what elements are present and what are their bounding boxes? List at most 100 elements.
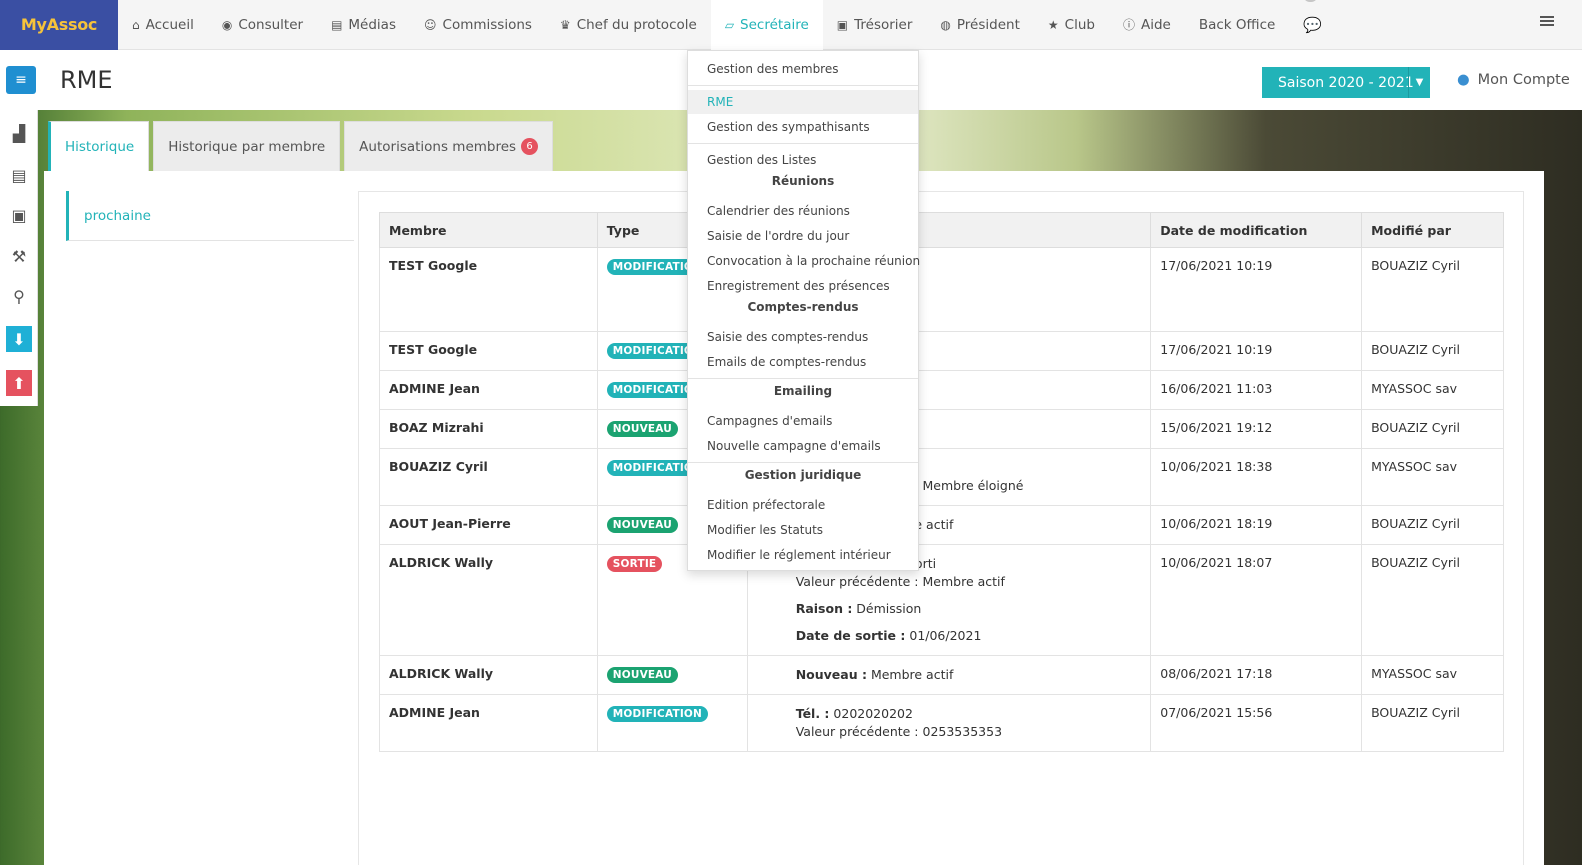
member-name: BOAZ Mizrahi [379, 409, 598, 449]
menu-item-convocation-la-prochaine-r-union[interactable]: Convocation à la prochaine réunion [688, 249, 920, 273]
table-row[interactable]: BOAZ MizrahiNOUVEAUactif15/06/2021 19:12… [379, 409, 1504, 449]
detail-value: 0202020202 [829, 706, 913, 721]
nav-item-commissions[interactable]: ☺ Commissions [410, 0, 546, 50]
brand-logo[interactable]: MyAssoc [0, 0, 118, 50]
nav-item-secr-taire[interactable]: ▱ Secrétaire [710, 0, 823, 50]
menu-item-edition-pr-fectorale[interactable]: Edition préfectorale [688, 493, 918, 517]
tab-autorisations-membres[interactable]: Autorisations membres 6 [344, 121, 554, 171]
table-row[interactable]: TEST GoogleMODIFICATION0999917/06/2021 1… [379, 331, 1504, 371]
download-icon[interactable]: ⬇ [6, 326, 32, 352]
menu-item-gestion-des-membres[interactable]: Gestion des membres [688, 57, 918, 81]
detail-value: Démission [852, 601, 922, 616]
tab-historique-par-membre[interactable]: Historique par membre [153, 121, 341, 171]
secretaire-dropdown-menu: Gestion des membres RME Gestion des sympat… [687, 50, 920, 571]
member-name: BOUAZIZ Cyril [379, 448, 598, 506]
type-badge: NOUVEAU [606, 517, 679, 533]
nav-icon: ☺ [424, 17, 437, 32]
type-badge: NOUVEAU [606, 667, 679, 683]
nav-item-back-office[interactable]: Back Office [1185, 0, 1289, 50]
chart-icon[interactable]: ▟ [6, 120, 32, 146]
modified-by: BOUAZIZ Cyril [1361, 409, 1504, 449]
tab-historique[interactable]: Historique [48, 121, 150, 171]
main-nav: ⌂ Accueil ◉ Consulter ▤ Médias ☺ Commissions ♛ Ch… [118, 0, 1336, 50]
menu-item-gestion-des-sympathisants[interactable]: Gestion des sympathisants [688, 115, 918, 139]
menu-item-emails-de-comptes-rendus[interactable]: Emails de comptes-rendus [688, 350, 918, 374]
menu-item-modifier-le-r-glement-int-rieur[interactable]: Modifier le réglement intérieur [688, 543, 918, 567]
menu-item-gestion-des-listes[interactable]: Gestion des Listes [688, 148, 918, 172]
account-menu[interactable]: ● Mon Compte [1457, 72, 1570, 88]
subnav-item-prochaine[interactable]: prochaine [66, 191, 354, 241]
menu-divider [688, 462, 918, 463]
table-row[interactable]: ALDRICK Wally NOUVEAU Nouveau : Membre act… [379, 655, 1504, 695]
upload-icon[interactable]: ⬆ [6, 370, 32, 396]
menu-section-header: Emailing [773, 384, 833, 398]
member-name: TEST Google [379, 247, 598, 332]
menu-item-enregistrement-des-pr-sences[interactable]: Enregistrement des présences [688, 274, 918, 298]
detail-value: Valeur précédente : 0253535353 [795, 724, 1003, 739]
member-name: ALDRICK Wally [379, 655, 598, 695]
nav-item-chef-du-protocole[interactable]: ♛ Chef du protocole [546, 0, 711, 50]
modification-date: 17/06/2021 10:19 [1150, 247, 1363, 332]
season-label: Saison 2020 - 2021 [1278, 74, 1414, 91]
menu-item-rme[interactable]: RME [688, 90, 918, 114]
modification-date: 16/06/2021 11:03 [1150, 370, 1363, 410]
nav-item-pr-sident[interactable]: ◍ Président [926, 0, 1033, 50]
nav-icon: ▣ [836, 17, 849, 32]
type-badge: SORTIE [606, 556, 663, 572]
top-navbar: MyAssoc ⌂ Accueil ◉ Consulter ▤ Médias ☺ Commis… [0, 0, 1582, 50]
modified-by: BOUAZIZ Cyril [1361, 544, 1504, 656]
nav-label: Secrétaire [740, 16, 809, 33]
nav-label: Commissions [442, 16, 532, 33]
table-row[interactable]: AOUT Jean-PierreNOUVEAUNouveau : Membre … [379, 505, 1504, 545]
table-row[interactable]: ADMINE Jean MODIFICATION Tél. : 0202020202… [379, 694, 1504, 752]
modified-by: BOUAZIZ Cyril [1361, 247, 1504, 332]
column-header[interactable]: Date de modification [1150, 212, 1363, 248]
detail-key: Date de sortie : [795, 628, 906, 643]
nav-icon: ▱ [724, 17, 735, 32]
menu-item-modifier-les-statuts[interactable]: Modifier les Statuts [688, 518, 918, 542]
table-row[interactable]: TEST GoogleMODIFICATION06500099990991006… [379, 247, 1504, 332]
type-cell: MODIFICATION [596, 694, 748, 752]
speech-bubbles-icon: 💬 [1303, 15, 1323, 34]
column-header[interactable]: Membre [379, 212, 598, 248]
modification-date: 10/06/2021 18:19 [1150, 505, 1363, 545]
modified-by: BOUAZIZ Cyril [1361, 505, 1504, 545]
nav-item-aide[interactable]: ⓘ Aide [1109, 0, 1185, 50]
modified-by: BOUAZIZ Cyril [1361, 331, 1504, 371]
history-panel: Membre Type Date de modification Modifié… [358, 191, 1524, 865]
nav-icon: ◍ [940, 17, 951, 32]
nav-item-m-dias[interactable]: ▤ Médias [317, 0, 410, 50]
modified-by: MYASSOC sav [1361, 370, 1504, 410]
nav-label: Accueil [145, 16, 194, 33]
menu-item-calendrier-des-r-unions[interactable]: Calendrier des réunions [688, 199, 918, 223]
modification-date: 07/06/2021 15:56 [1150, 694, 1363, 752]
document-icon[interactable]: ▤ [6, 162, 32, 188]
nav-label: Club [1064, 16, 1095, 33]
detail-value: 01/06/2021 [905, 628, 982, 643]
table-row[interactable]: ADMINE JeanMODIFICATION020202020216/06/2… [379, 370, 1504, 410]
nav-item-tr-sorier[interactable]: ▣ Trésorier [823, 0, 927, 50]
menu-item-nouvelle-campagne-d-emails[interactable]: Nouvelle campagne d'emails [688, 434, 918, 458]
nav-item-club[interactable]: ★ Club [1034, 0, 1109, 50]
nav-icon: ♛ [559, 17, 571, 32]
season-select[interactable]: Saison 2020 - 2021 ▼ [1262, 67, 1430, 98]
sidebar-toggle-button[interactable]: ≡ [6, 66, 36, 94]
column-header[interactable]: Modifié par [1361, 212, 1504, 248]
menu-divider [688, 143, 918, 144]
menu-item-campagnes-d-emails[interactable]: Campagnes d'emails [688, 409, 918, 433]
menu-divider [688, 85, 918, 86]
nav-label: Chef du protocole [576, 16, 697, 33]
menu-item-saisie-des-comptes-rendus[interactable]: Saisie des comptes-rendus [688, 325, 918, 349]
menu-icon[interactable] [1540, 16, 1554, 28]
table-row[interactable]: ALDRICK WallySORTIEStatut : Membre sorti… [379, 544, 1504, 656]
nav-item-accueil[interactable]: ⌂ Accueil [118, 0, 208, 50]
chat-icon[interactable]: 💬0 [1289, 0, 1336, 50]
detail-key: Raison : [795, 601, 853, 616]
nav-item-consulter[interactable]: ◉ Consulter [208, 0, 317, 50]
wrench-icon[interactable]: ⚒ [6, 243, 32, 269]
map-pin-icon[interactable]: ⚲ [6, 283, 32, 309]
menu-item-saisie-de-l-ordre-du-jour[interactable]: Saisie de l'ordre du jour [688, 224, 918, 248]
member-name: ALDRICK Wally [379, 544, 598, 656]
money-icon[interactable]: ▣ [6, 202, 32, 228]
table-row[interactable]: BOUAZIZ CyrilMODIFICATIONifValeur précéd… [379, 448, 1504, 506]
